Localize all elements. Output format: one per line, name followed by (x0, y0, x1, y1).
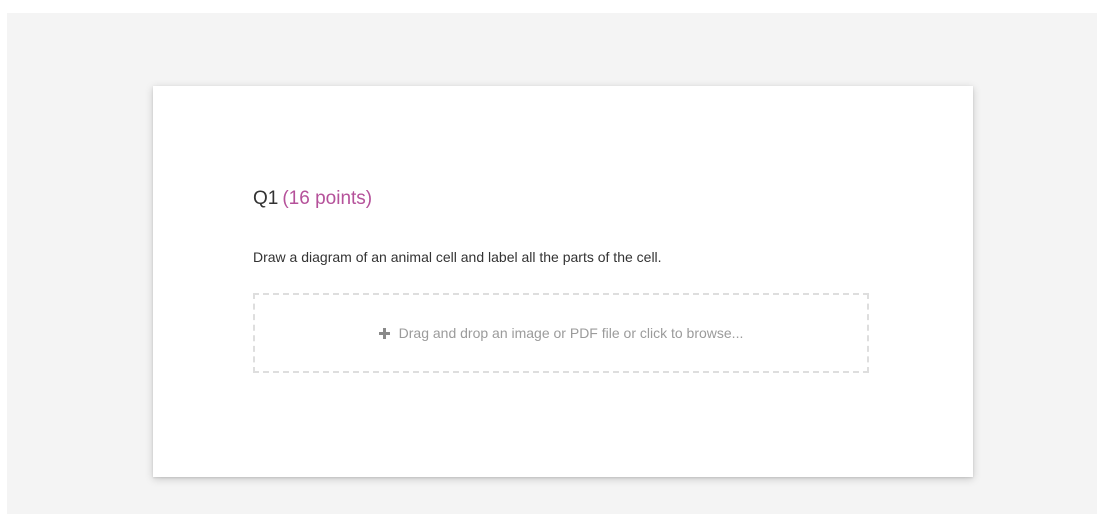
dropzone-label: Drag and drop an image or PDF file or cl… (398, 325, 744, 341)
plus-icon (378, 327, 390, 339)
question-prompt: Draw a diagram of an animal cell and lab… (253, 249, 662, 265)
page-background: Q1 (16 points) Draw a diagram of an anima… (7, 13, 1097, 514)
question-number: Q1 (253, 188, 279, 209)
question-points: (16 points) (282, 188, 373, 209)
question-title: Q1 (16 points) (253, 187, 372, 211)
file-upload-dropzone[interactable]: Drag and drop an image or PDF file or cl… (253, 293, 869, 373)
question-card: Q1 (16 points) Draw a diagram of an anima… (153, 86, 973, 477)
